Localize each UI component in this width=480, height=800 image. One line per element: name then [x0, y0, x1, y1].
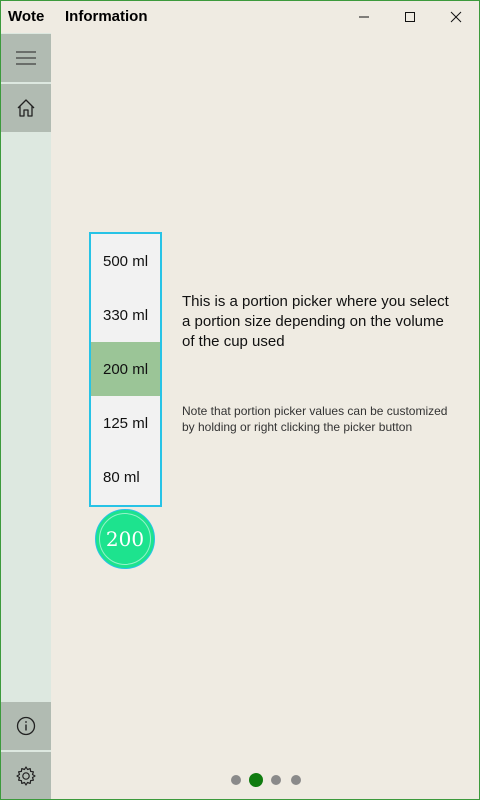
maximize-button[interactable]: [387, 1, 433, 33]
portion-option[interactable]: 80 ml: [91, 450, 160, 504]
info-button[interactable]: [1, 702, 51, 750]
minimize-button[interactable]: [341, 1, 387, 33]
minimize-icon: [359, 16, 369, 18]
page-indicator: [229, 771, 309, 789]
gear-icon: [16, 766, 36, 786]
app-window: Wote Information 500 ml 330 ml 200 ml 12…: [0, 0, 480, 800]
page-dot[interactable]: [271, 775, 281, 785]
home-button[interactable]: [1, 84, 51, 132]
picker-note: Note that portion picker values can be c…: [182, 404, 448, 434]
page-dot-active[interactable]: [249, 773, 263, 787]
close-button[interactable]: [433, 1, 479, 33]
portion-picker[interactable]: 500 ml 330 ml 200 ml 125 ml 80 ml: [89, 232, 162, 507]
portion-option[interactable]: 125 ml: [91, 396, 160, 450]
portion-option-selected[interactable]: 200 ml: [91, 342, 160, 396]
portion-option[interactable]: 330 ml: [91, 288, 160, 342]
maximize-icon: [405, 12, 415, 22]
settings-button[interactable]: [1, 752, 51, 799]
picker-description: This is a portion picker where you selec…: [182, 293, 449, 350]
portion-option[interactable]: 500 ml: [91, 234, 160, 288]
menu-button[interactable]: [1, 34, 51, 82]
home-icon: [17, 99, 35, 117]
title-bar: Wote Information: [1, 1, 479, 33]
page-title: Information: [65, 8, 148, 25]
portion-button[interactable]: 200: [95, 509, 155, 569]
hamburger-menu-icon: [16, 51, 36, 65]
app-name: Wote: [8, 8, 45, 25]
portion-button-value: 200: [105, 527, 145, 551]
info-icon: [16, 716, 36, 736]
sidebar: [1, 33, 51, 799]
page-dot[interactable]: [231, 775, 241, 785]
page-dot[interactable]: [291, 775, 301, 785]
close-icon: [450, 11, 462, 23]
